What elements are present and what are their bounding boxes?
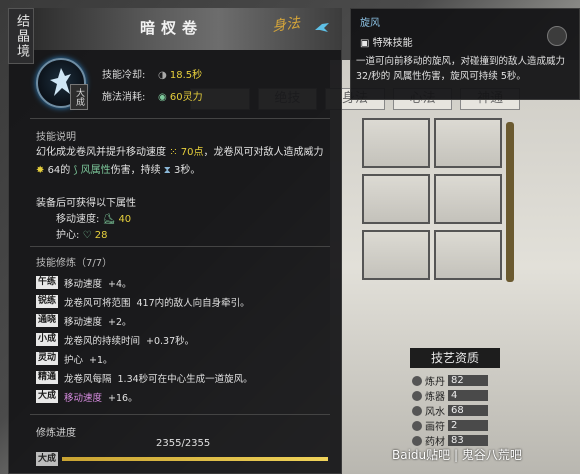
aptitude-row: 画符 2	[412, 419, 512, 433]
equip-title: 装备后可获得以下属性	[36, 198, 136, 209]
skill-slot[interactable]	[434, 230, 502, 280]
watermark: Baidu贴吧 | 鬼谷八荒吧	[392, 448, 522, 462]
skill-slot-grid	[362, 118, 512, 286]
cultivation-title: 技能修炼（7/7）	[36, 258, 113, 269]
bird-icon	[315, 23, 329, 32]
cultivation-row: 精通 龙卷风每隔 1.34秒可在中心生成一道旋风。	[36, 371, 253, 385]
realm-badge: 结晶境	[8, 8, 34, 64]
progress-label: 修炼进度	[36, 428, 76, 439]
skill-slot[interactable]	[362, 174, 430, 224]
cultivation-row: 小成 龙卷风的持续时间 +0.37秒。	[36, 333, 195, 347]
fengshui-icon	[412, 405, 422, 416]
cultivation-row: 午练 移动速度 +4。	[36, 276, 132, 290]
cultivation-row: 灵动 护心 +1。	[36, 352, 113, 366]
sub-skill-icon	[547, 26, 567, 46]
cost-label: 施法消耗:	[102, 92, 146, 103]
talisman-icon	[412, 420, 422, 431]
cultivation-row: 大成 移动速度 +16。	[36, 390, 138, 404]
progress-fill	[62, 457, 328, 461]
equip-attr-row: 移动速度: ⛸ 40	[56, 214, 132, 225]
aptitude-row: 炼器 4	[412, 389, 512, 403]
skill-slot[interactable]	[434, 118, 502, 168]
skill-description: 幻化成龙卷风并提升移动速度 ⁙ 70点，龙卷风可对敌人造成威力 ✸ 64的 ⟆ …	[36, 147, 324, 176]
cultivation-row: 通晓 移动速度 +2。	[36, 314, 132, 328]
cultivation-row: 锐练 龙卷风可将范围 417内的敌人向自身牵引。	[36, 295, 250, 309]
progress-text: 2355/2355	[156, 438, 211, 449]
progress-bar	[62, 457, 328, 461]
tier-tag: 大成	[70, 84, 88, 110]
skill-slot[interactable]	[434, 174, 502, 224]
skill-title: 暗杈卷	[140, 19, 204, 37]
description-title: 技能说明	[36, 132, 76, 143]
divider	[30, 414, 330, 415]
skill-slot[interactable]	[362, 230, 430, 280]
equip-attr-row: 护心: ♡ 28	[56, 230, 108, 241]
divider	[30, 246, 330, 247]
cooldown-value: ◑ 18.5秒	[158, 70, 203, 81]
progress-tier-tag: 大成	[36, 452, 58, 466]
divider	[30, 118, 330, 119]
sub-skill-type: ▣ 特殊技能	[360, 38, 413, 49]
herb-icon	[412, 435, 422, 446]
aptitude-title: 技艺资质	[410, 348, 500, 368]
sub-skill-description: 一道可向前移动的旋风，对碰撞到的敌人造成威力 32/秒的 风属性伤害，旋风可持续…	[356, 56, 566, 82]
skill-slot[interactable]	[362, 118, 430, 168]
cost-value: ◉ 60灵力	[158, 92, 203, 103]
forge-icon	[412, 390, 422, 401]
sub-skill-title: 旋风	[360, 18, 380, 29]
aptitude-row: 炼丹 82	[412, 374, 512, 388]
cooldown-label: 技能冷却:	[102, 70, 146, 81]
alchemy-icon	[412, 375, 422, 386]
scrollbar[interactable]	[506, 122, 514, 282]
cultivation-progress: 大成 2355/2355	[36, 438, 328, 468]
aptitude-row: 风水 68	[412, 404, 512, 418]
skill-type-calligraphy: 身法	[271, 15, 302, 35]
